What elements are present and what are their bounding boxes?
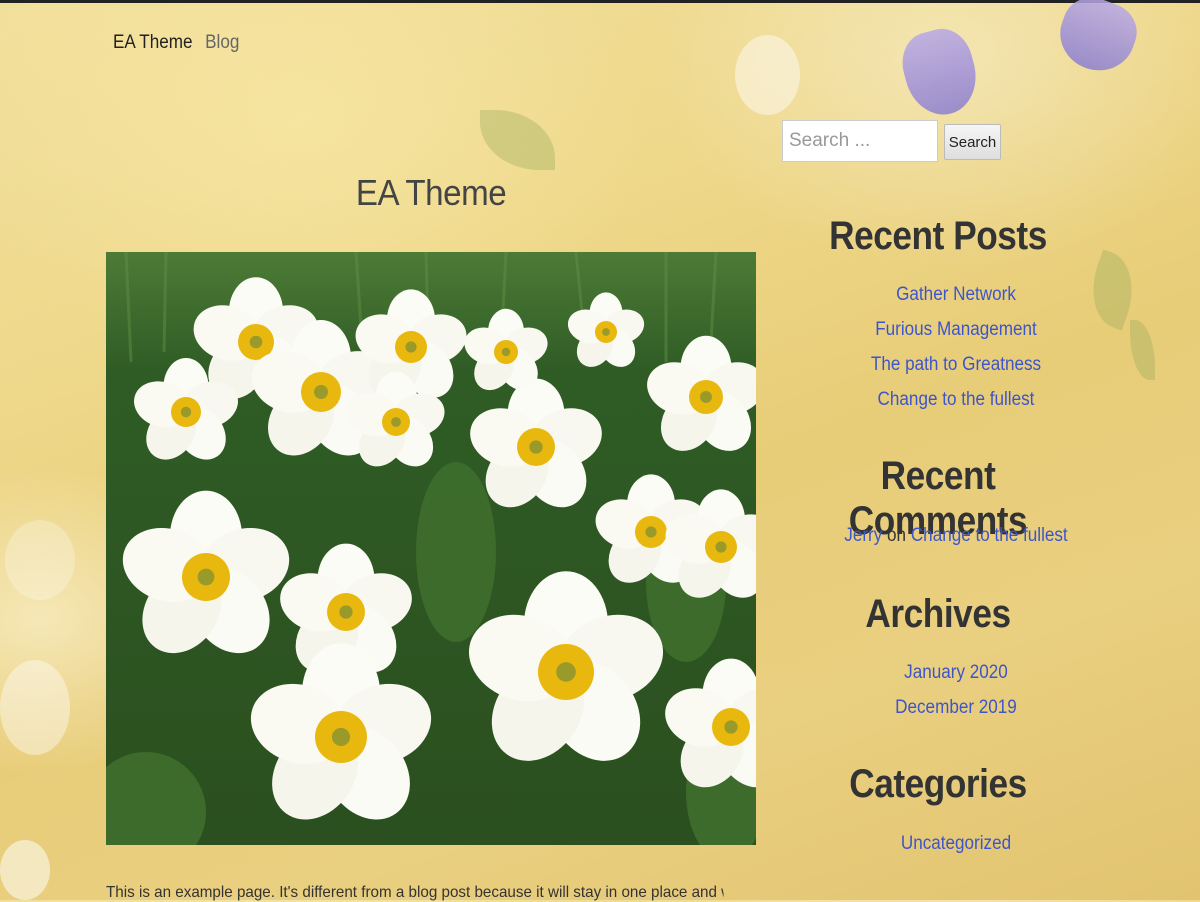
bellflower-decoration	[895, 22, 985, 123]
list-item: The path to Greatness	[798, 347, 1115, 382]
top-border	[0, 0, 1200, 3]
list-item: Furious Management	[798, 312, 1115, 347]
comment-on-text: on	[887, 525, 907, 546]
comment-post-link[interactable]: Change to the fullest	[911, 525, 1068, 546]
nav-blog-link[interactable]: Blog	[205, 32, 239, 53]
bellflower-decoration	[1050, 0, 1145, 81]
featured-image	[106, 252, 756, 845]
leaf-decoration	[480, 110, 555, 170]
recent-comments-list: Jerry on Change to the fullest	[798, 518, 1115, 553]
white-blossom-decoration	[735, 35, 800, 115]
white-blossom-decoration	[0, 660, 70, 755]
recent-post-link[interactable]: Change to the fullest	[878, 389, 1035, 410]
archive-link[interactable]: December 2019	[895, 697, 1017, 718]
list-item: January 2020	[798, 655, 1115, 690]
list-item: Uncategorized	[798, 826, 1115, 861]
archives-heading: Archives	[865, 592, 1011, 636]
list-item: December 2019	[798, 690, 1115, 725]
site-nav: EA Theme Blog	[113, 32, 239, 54]
category-link[interactable]: Uncategorized	[901, 833, 1011, 854]
list-item: Jerry on Change to the fullest	[798, 518, 1115, 553]
page-intro-text: This is an example page. It's different …	[106, 884, 724, 901]
recent-posts-heading: Recent Posts	[829, 214, 1047, 258]
list-item: Change to the fullest	[798, 382, 1115, 417]
categories-list: Uncategorized	[798, 826, 1115, 861]
search-button[interactable]: Search	[944, 124, 1001, 160]
recent-posts-list: Gather Network Furious Management The pa…	[798, 277, 1115, 417]
recent-post-link[interactable]: Gather Network	[896, 284, 1016, 305]
comment-author-link[interactable]: Jerry	[844, 525, 882, 546]
recent-post-link[interactable]: Furious Management	[875, 319, 1037, 340]
list-item: Gather Network	[798, 277, 1115, 312]
page-title: EA Theme	[355, 172, 507, 213]
leaf-decoration	[1130, 320, 1155, 380]
white-blossom-decoration	[0, 840, 50, 900]
archive-link[interactable]: January 2020	[904, 662, 1008, 683]
search-input[interactable]	[782, 120, 938, 162]
site-brand-link[interactable]: EA Theme	[113, 32, 193, 53]
white-blossom-decoration	[5, 520, 75, 600]
recent-post-link[interactable]: The path to Greatness	[871, 354, 1041, 375]
archives-list: January 2020 December 2019	[798, 655, 1115, 725]
categories-heading: Categories	[849, 762, 1027, 806]
